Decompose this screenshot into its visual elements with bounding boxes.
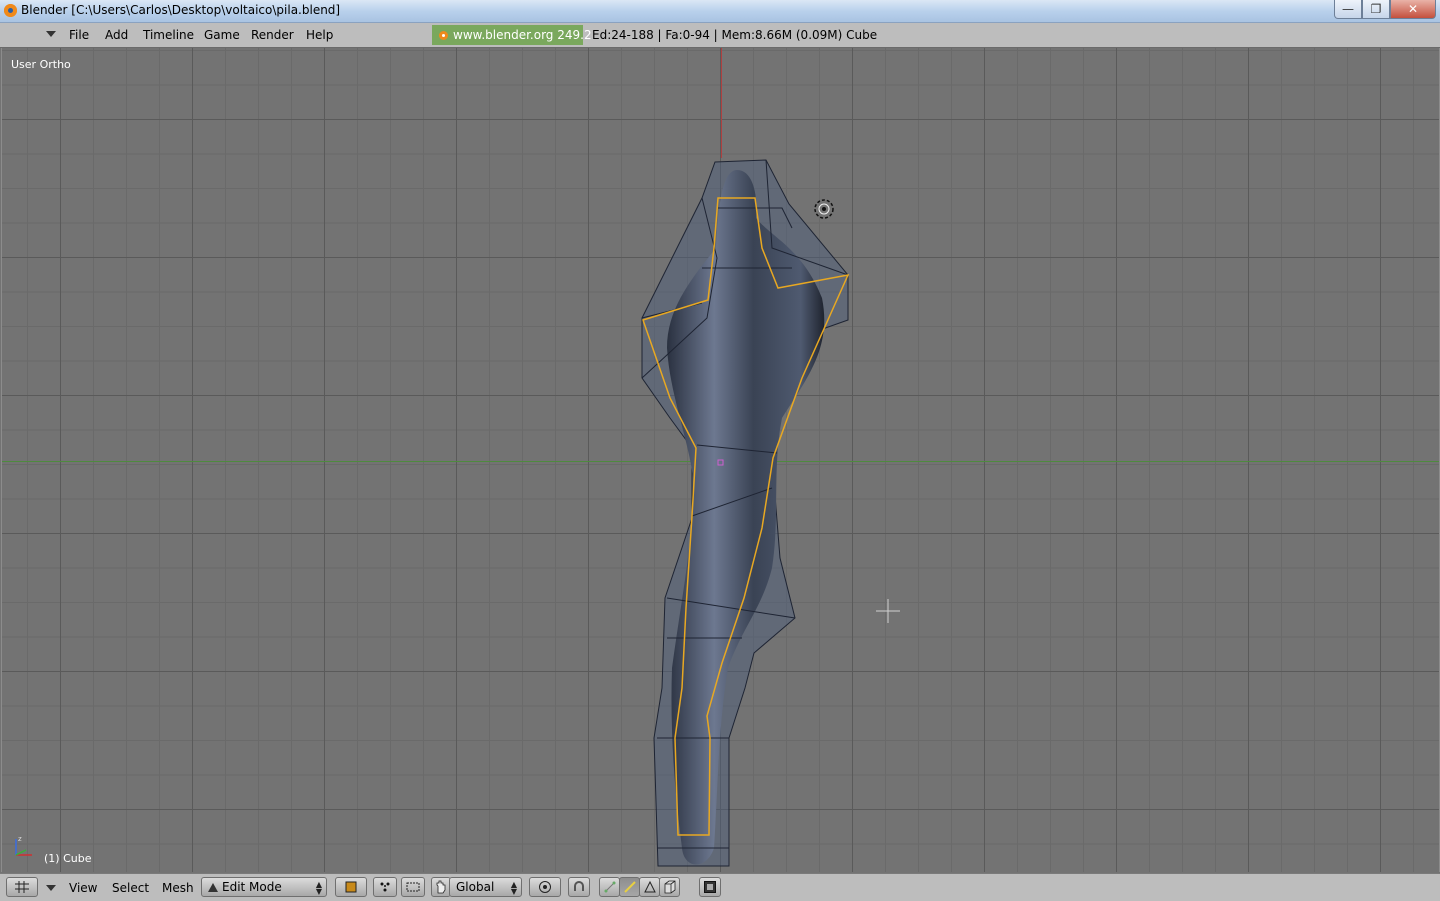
mesh-model[interactable] [2, 48, 1439, 872]
draw-type-icon [345, 881, 357, 893]
active-object-label: (1) Cube [44, 852, 92, 865]
edit-mode-icon [208, 882, 218, 892]
blender-logo-icon [439, 31, 448, 40]
svg-text:z: z [18, 835, 22, 843]
window-controls: — ❐ ✕ [1334, 0, 1436, 19]
orientation-dropdown[interactable]: Global ▲ ▼ [449, 877, 522, 897]
menu-game[interactable]: Game [204, 28, 240, 42]
view-axes-icon: z [15, 835, 32, 856]
vertex-select-button[interactable] [599, 877, 620, 897]
edge-select-button[interactable] [619, 877, 640, 897]
blender-website-link[interactable]: www.blender.org 249.2 [432, 25, 592, 45]
edge-select-icon [623, 881, 636, 893]
face-select-button[interactable] [639, 877, 660, 897]
scene-stats: Ed:24-188 | Fa:0-94 | Mem:8.66M (0.09M) … [592, 28, 878, 42]
face-select-icon [643, 880, 656, 893]
menu-view[interactable]: View [69, 881, 97, 895]
menu-timeline[interactable]: Timeline [143, 28, 194, 42]
collapse-header-icon[interactable] [46, 885, 56, 891]
blender-app-icon [4, 4, 17, 17]
window-title: Blender [C:\Users\Carlos\Desktop\voltaic… [21, 3, 341, 17]
proportional-edit-icon [539, 881, 551, 893]
pivot-icon [380, 882, 390, 892]
grid-icon [15, 881, 29, 893]
maximize-button[interactable]: ❐ [1362, 0, 1390, 19]
mode-dropdown-value: Edit Mode [222, 880, 282, 894]
3d-viewport[interactable]: z User Ortho (1) Cube [1, 48, 1440, 872]
menu-mesh[interactable]: Mesh [162, 881, 194, 895]
window-title-bar: Blender [C:\Users\Carlos\Desktop\voltaic… [0, 0, 1440, 23]
snap-icon [574, 881, 584, 891]
hand-button[interactable] [431, 877, 451, 897]
close-button[interactable]: ✕ [1390, 0, 1436, 19]
proportional-edit-button[interactable] [529, 877, 561, 897]
draw-type-button[interactable] [335, 877, 367, 897]
snap-button[interactable] [568, 877, 590, 897]
manipulator-icon [406, 882, 420, 892]
info-header: File Add Timeline Game Render Help www.b… [0, 23, 1440, 48]
render-icon [704, 881, 716, 893]
hand-icon [436, 880, 446, 894]
menu-select[interactable]: Select [112, 881, 149, 895]
menu-file[interactable]: File [69, 28, 89, 42]
view-name-label: User Ortho [11, 58, 71, 71]
menu-help[interactable]: Help [306, 28, 333, 42]
3d-cursor-icon[interactable] [813, 198, 835, 220]
vertex-select-icon [604, 881, 615, 893]
3d-view-header: View Select Mesh Edit Mode ▲ ▼ Global ▲ ▼ [0, 873, 1440, 901]
orientation-arrows-icon: ▲ ▼ [510, 880, 517, 896]
mouse-crosshair-icon [876, 599, 900, 623]
pivot-button[interactable] [373, 877, 397, 897]
orientation-dropdown-value: Global [456, 880, 495, 894]
menu-add[interactable]: Add [105, 28, 128, 42]
editor-type-button[interactable] [6, 877, 38, 897]
minimize-button[interactable]: — [1334, 0, 1362, 19]
collapse-menu-icon[interactable] [46, 31, 56, 37]
render-preview-button[interactable] [699, 877, 721, 897]
manipulator-button[interactable] [401, 877, 425, 897]
occlude-icon [664, 880, 675, 894]
menu-render[interactable]: Render [251, 28, 294, 42]
occlude-geometry-button[interactable] [659, 877, 680, 897]
mode-dropdown[interactable]: Edit Mode ▲ ▼ [201, 877, 327, 897]
dropdown-arrows-icon: ▲ ▼ [315, 880, 322, 896]
website-label: www.blender.org 249.2 [453, 28, 592, 42]
